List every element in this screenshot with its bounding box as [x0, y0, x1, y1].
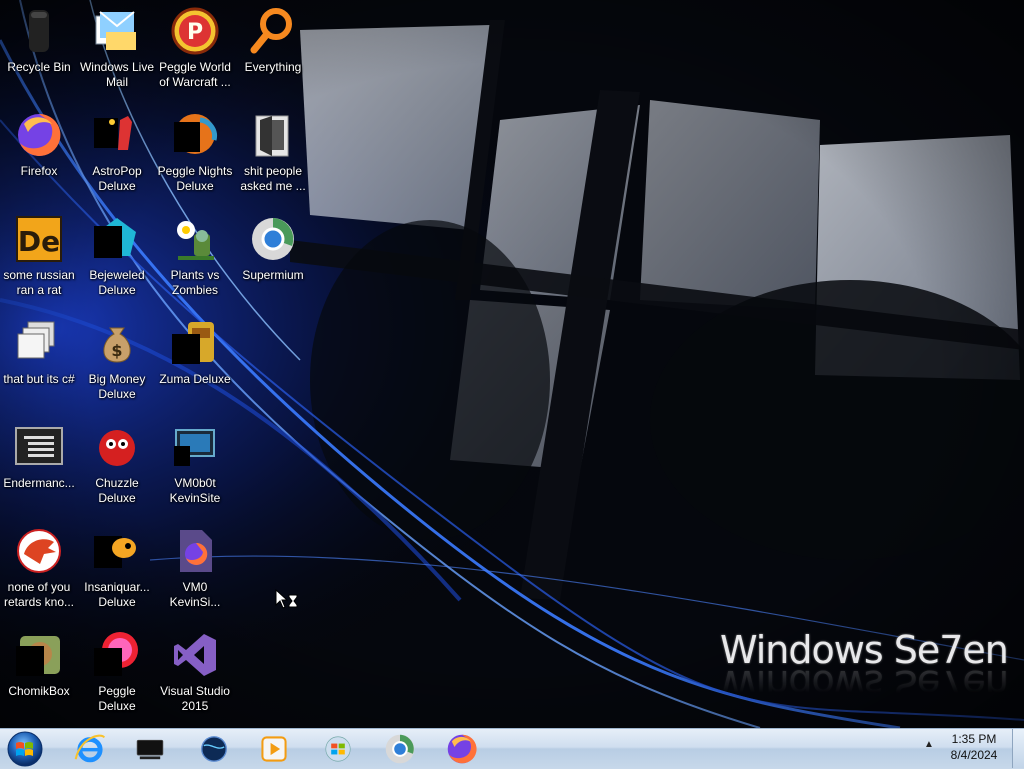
start-button[interactable] — [4, 730, 46, 768]
desktop-icon-peggle-deluxe[interactable]: Peggle Deluxe — [78, 624, 156, 724]
magnifier-icon — [248, 6, 298, 56]
system-clock[interactable]: 1:35 PM 8/4/2024 — [942, 731, 1006, 767]
desktop-icon-label: Chuzzle Deluxe — [95, 476, 139, 505]
game-icon — [92, 110, 142, 160]
desktop-icon-label: Peggle World of Warcraft ... — [159, 60, 231, 89]
desktop-icon-chuzzle[interactable]: Chuzzle Deluxe — [78, 416, 156, 516]
windows-orb-icon — [325, 736, 351, 762]
clock-time: 1:35 PM — [951, 732, 997, 746]
flower-icon — [170, 214, 220, 264]
monitor-icon — [136, 739, 164, 760]
desktop-icon-gem[interactable]: Bejeweled Deluxe — [78, 208, 156, 308]
visual-studio-icon — [170, 630, 220, 680]
desktop-icon-firefox[interactable]: Firefox — [0, 104, 78, 204]
desktop-icon-game[interactable]: AstroPop Deluxe — [78, 104, 156, 204]
peggle-nights-icon — [170, 110, 220, 160]
desktop-icon-label: VM0b0t KevinSite — [169, 476, 221, 505]
desktop-icon-mail[interactable]: Windows Live Mail — [78, 0, 156, 100]
recycle-bin-icon — [14, 6, 64, 56]
desktop-icon-visual-studio[interactable]: Visual Studio 2015 — [156, 624, 234, 724]
desktop-icon-label: ChomikBox — [8, 684, 70, 698]
desktop-icon-label: Peggle Nights Deluxe — [157, 164, 233, 193]
de-app-icon: De — [14, 214, 64, 264]
money-bag-icon: $ — [92, 318, 142, 368]
taskbar-button-monitor[interactable] — [126, 731, 174, 767]
desktop-icon-vm[interactable]: VM0b0t KevinSite — [156, 416, 234, 516]
media-player-icon — [261, 736, 287, 762]
busy-cursor-icon — [275, 589, 298, 609]
desktop-icon-label: Windows Live Mail — [79, 60, 155, 89]
peggle-deluxe-icon — [92, 630, 142, 680]
desktop-icon-folder[interactable]: shit people asked me ... — [234, 104, 312, 204]
desktop-icon-label: Bejeweled Deluxe — [89, 268, 145, 297]
desktop-icon-flower[interactable]: Plants vs Zombies — [156, 208, 234, 308]
peggle-icon: P — [170, 6, 220, 56]
desktop-icon-label: some russian ran a rat — [3, 268, 75, 297]
svg-text:$: $ — [111, 341, 122, 360]
desktop-icon-zuma[interactable]: Zuma Deluxe — [156, 312, 234, 412]
taskbar-button-firefox[interactable] — [438, 731, 486, 767]
windows-stack-icon — [14, 318, 64, 368]
desktop-icon-label: that but its c# — [3, 372, 75, 386]
desktop-icon-label: Endermanc... — [3, 476, 75, 490]
folder-icon — [248, 110, 298, 160]
desktop-icon-label: Big Money Deluxe — [88, 372, 146, 401]
gem-icon — [92, 214, 142, 264]
fish-icon — [92, 526, 142, 576]
desktop-icon-label: shit people asked me ... — [240, 164, 306, 193]
supermium-icon — [248, 214, 298, 264]
taskbar-button-media-player[interactable] — [250, 731, 298, 767]
desktop-icon-label: Peggle Deluxe — [98, 684, 136, 713]
desktop-icon-label: AstroPop Deluxe — [92, 164, 142, 193]
console-icon — [14, 422, 64, 472]
taskbar-button-internet-explorer[interactable] — [66, 731, 114, 767]
desktop-icon-money-bag[interactable]: $ Big Money Deluxe — [78, 312, 156, 412]
chuzzle-icon — [92, 422, 142, 472]
firefox-icon — [447, 734, 477, 764]
mail-icon — [92, 6, 142, 56]
desktop-icon-peggle-nights[interactable]: Peggle Nights Deluxe — [156, 104, 234, 204]
firefox-file-icon — [170, 526, 220, 576]
taskbar — [0, 728, 1024, 769]
desktop-icon-label: Everything — [244, 60, 302, 74]
desktop-icon-firefox-file[interactable]: VM0 KevinSi... — [156, 520, 234, 620]
taskbar-button-supermium[interactable] — [376, 731, 424, 767]
hamster-icon — [14, 630, 64, 680]
desktop-icon-supermium[interactable]: Supermium — [234, 208, 312, 308]
dragon-icon — [14, 526, 64, 576]
desktop-icon-label: Supermium — [242, 268, 304, 282]
taskbar-button-globe[interactable] — [190, 731, 238, 767]
desktop: Recycle Bin Windows Live Mail P Peggle Worl… — [0, 0, 1024, 728]
desktop-icon-label: Plants vs Zombies — [170, 268, 220, 297]
desktop-icon-peggle[interactable]: P Peggle World of Warcraft ... — [156, 0, 234, 100]
show-desktop-button[interactable] — [1012, 729, 1024, 768]
desktop-icon-windows-stack[interactable]: that but its c# — [0, 312, 78, 412]
firefox-icon — [14, 110, 64, 160]
desktop-icon-magnifier[interactable]: Everything — [234, 0, 312, 100]
desktop-icon-hamster[interactable]: ChomikBox — [0, 624, 78, 724]
svg-text:De: De — [18, 225, 60, 258]
desktop-icon-recycle-bin[interactable]: Recycle Bin — [0, 0, 78, 100]
desktop-icon-console[interactable]: Endermanc... — [0, 416, 78, 516]
desktop-icon-label: Visual Studio 2015 — [160, 684, 230, 713]
desktop-icon-label: Insaniquar... Deluxe — [84, 580, 150, 609]
desktop-icon-fish[interactable]: Insaniquar... Deluxe — [78, 520, 156, 620]
desktop-icon-label: none of you retards kno... — [3, 580, 75, 609]
desktop-icon-label: VM0 KevinSi... — [169, 580, 221, 609]
taskbar-button-windows-orb[interactable] — [314, 731, 362, 767]
desktop-icon-label: Recycle Bin — [7, 60, 71, 74]
desktop-icon-label: Firefox — [20, 164, 58, 178]
desktop-icon-dragon[interactable]: none of you retards kno... — [0, 520, 78, 620]
desktop-icon-de-app[interactable]: De some russian ran a rat — [0, 208, 78, 308]
supermium-icon — [385, 734, 415, 764]
desktop-icon-label: Zuma Deluxe — [159, 372, 231, 386]
vm-icon — [170, 422, 220, 472]
show-hidden-icons-button[interactable]: ▲ — [922, 738, 936, 752]
globe-icon — [201, 736, 227, 762]
clock-date: 8/4/2024 — [950, 748, 998, 762]
internet-explorer-icon — [74, 734, 106, 763]
zuma-icon — [170, 318, 220, 368]
svg-text:P: P — [187, 20, 203, 45]
